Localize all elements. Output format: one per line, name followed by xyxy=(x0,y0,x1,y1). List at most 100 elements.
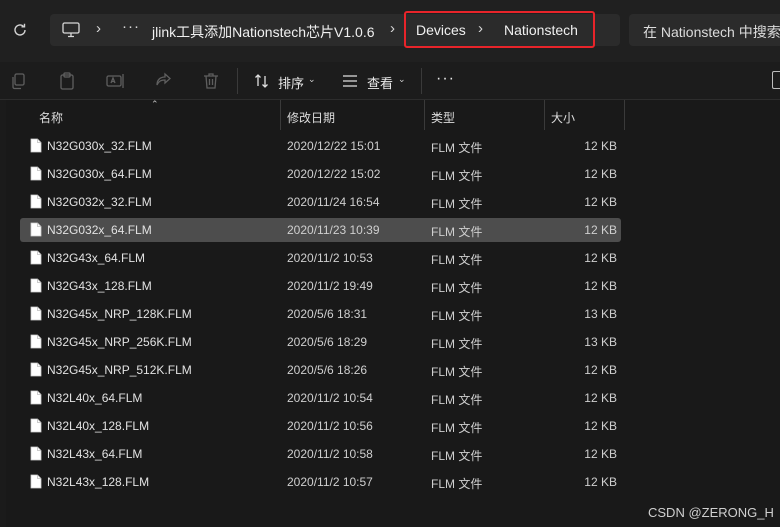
annotation-highlight-box xyxy=(404,11,595,48)
watermark: CSDN @ZERONG_H xyxy=(648,505,774,520)
chevron-right-icon[interactable]: › xyxy=(96,20,101,37)
file-size: 12 KB xyxy=(584,363,617,377)
share-icon[interactable] xyxy=(153,71,173,91)
file-row[interactable]: N32G45x_NRP_256K.FLM 2020/5/6 18:29 FLM 文件… xyxy=(20,330,621,354)
file-row[interactable]: N32G030x_32.FLM 2020/12/22 15:01 FLM 文件 12 … xyxy=(20,134,621,158)
navigation-pane-edge xyxy=(0,100,6,527)
file-size: 12 KB xyxy=(584,447,617,461)
file-size: 12 KB xyxy=(584,391,617,405)
file-type: FLM 文件 xyxy=(431,309,483,323)
column-divider[interactable] xyxy=(280,100,281,130)
file-icon xyxy=(30,446,42,461)
file-icon xyxy=(30,138,42,153)
file-row[interactable]: N32G032x_32.FLM 2020/11/24 16:54 FLM 文件 12 … xyxy=(20,190,621,214)
file-size: 12 KB xyxy=(584,195,617,209)
file-size: 12 KB xyxy=(584,475,617,489)
list-view-icon xyxy=(343,75,357,87)
file-icon xyxy=(30,250,42,265)
column-header-date[interactable]: 修改日期 xyxy=(287,109,335,126)
file-type: FLM 文件 xyxy=(431,477,483,491)
copy-icon[interactable] xyxy=(9,71,29,91)
file-name: N32L43x_128.FLM xyxy=(47,475,150,489)
file-row[interactable]: N32L40x_128.FLM 2020/11/2 10:56 FLM 文件 12 K… xyxy=(20,414,621,438)
file-name: N32G45x_NRP_128K.FLM xyxy=(47,307,192,321)
file-name: N32L40x_64.FLM xyxy=(47,391,143,405)
column-divider[interactable] xyxy=(624,100,625,130)
file-row[interactable]: N32L43x_64.FLM 2020/11/2 10:58 FLM 文件 12 KB xyxy=(20,442,621,466)
toolbar-divider xyxy=(237,68,238,94)
file-row[interactable]: N32G032x_64.FLM 2020/11/23 10:39 FLM 文件 12 … xyxy=(20,218,621,242)
file-type: FLM 文件 xyxy=(431,197,483,211)
file-name: N32G030x_64.FLM xyxy=(47,167,152,181)
chevron-down-icon: ⌄ xyxy=(308,74,316,84)
file-size: 12 KB xyxy=(584,419,617,433)
breadcrumb-item-parent[interactable]: jlink工具添加Nationstech芯片V1.0.6 xyxy=(152,22,375,42)
column-header-type[interactable]: 类型 xyxy=(431,109,455,126)
file-modified-date: 2020/11/2 10:54 xyxy=(287,391,373,405)
file-type: FLM 文件 xyxy=(431,365,483,379)
file-icon xyxy=(30,194,42,209)
view-button[interactable]: 查看 ⌄ xyxy=(342,71,408,91)
file-modified-date: 2020/11/2 10:56 xyxy=(287,419,373,433)
file-modified-date: 2020/11/23 10:39 xyxy=(287,223,380,237)
file-name: N32G43x_128.FLM xyxy=(47,279,152,293)
file-name: N32G43x_64.FLM xyxy=(47,251,146,265)
file-row[interactable]: N32G030x_64.FLM 2020/12/22 15:02 FLM 文件 12 … xyxy=(20,162,621,186)
column-divider[interactable] xyxy=(424,100,425,130)
file-row[interactable]: N32G45x_NRP_128K.FLM 2020/5/6 18:31 FLM 文件… xyxy=(20,302,621,326)
file-size: 12 KB xyxy=(584,167,617,181)
command-bar: 排序 ⌄ 查看 ⌄ ··· xyxy=(0,62,780,100)
file-row[interactable]: N32G43x_128.FLM 2020/11/2 19:49 FLM 文件 12 K… xyxy=(20,274,621,298)
file-icon xyxy=(30,334,42,349)
sort-ascending-icon: ⌃ xyxy=(151,99,159,109)
file-icon xyxy=(30,222,42,237)
toolbar-divider xyxy=(421,68,422,94)
file-name: N32G45x_NRP_256K.FLM xyxy=(47,335,192,349)
rename-icon[interactable] xyxy=(105,71,125,91)
file-type: FLM 文件 xyxy=(431,421,483,435)
file-modified-date: 2020/5/6 18:31 xyxy=(287,307,368,321)
sort-button[interactable]: 排序 ⌄ xyxy=(254,71,318,91)
breadcrumb-overflow-button[interactable]: ··· xyxy=(122,18,140,35)
file-size: 12 KB xyxy=(584,251,617,265)
file-icon xyxy=(30,166,42,181)
file-modified-date: 2020/11/2 10:53 xyxy=(287,251,373,265)
monitor-icon xyxy=(62,22,80,38)
refresh-icon[interactable] xyxy=(8,18,32,42)
more-options-button[interactable]: ··· xyxy=(436,70,455,88)
file-icon xyxy=(30,362,42,377)
column-header-size[interactable]: 大小 xyxy=(551,109,575,126)
file-size: 13 KB xyxy=(584,307,617,321)
file-modified-date: 2020/11/2 10:57 xyxy=(287,475,373,489)
details-pane-icon[interactable] xyxy=(772,71,780,89)
file-list: ⌃ 名称 修改日期 类型 大小 N32G030x_32.FLM 2020/12/2… xyxy=(20,99,625,527)
file-type: FLM 文件 xyxy=(431,225,483,239)
file-modified-date: 2020/12/22 15:01 xyxy=(287,139,381,153)
address-row: › ··· jlink工具添加Nationstech芯片V1.0.6 › Dev… xyxy=(0,0,780,62)
file-icon xyxy=(30,390,42,405)
file-row[interactable]: N32G45x_NRP_512K.FLM 2020/5/6 18:26 FLM 文件… xyxy=(20,358,621,382)
delete-icon[interactable] xyxy=(201,71,221,91)
column-divider[interactable] xyxy=(544,100,545,130)
column-header-name[interactable]: 名称 xyxy=(39,109,63,126)
file-row[interactable]: N32L40x_64.FLM 2020/11/2 10:54 FLM 文件 12 KB xyxy=(20,386,621,410)
file-row[interactable]: N32G43x_64.FLM 2020/11/2 10:53 FLM 文件 12 KB xyxy=(20,246,621,270)
search-input[interactable]: 在 Nationstech 中搜索 xyxy=(629,14,780,46)
file-size: 12 KB xyxy=(584,223,617,237)
file-type: FLM 文件 xyxy=(431,281,483,295)
chevron-down-icon: ⌄ xyxy=(398,74,406,84)
file-icon xyxy=(30,306,42,321)
file-icon xyxy=(30,418,42,433)
sort-icon xyxy=(255,74,268,88)
file-icon xyxy=(30,474,42,489)
file-modified-date: 2020/5/6 18:29 xyxy=(287,335,368,349)
file-row[interactable]: N32L43x_128.FLM 2020/11/2 10:57 FLM 文件 12 K… xyxy=(20,470,621,494)
file-name: N32L40x_128.FLM xyxy=(47,419,150,433)
chevron-right-icon[interactable]: › xyxy=(390,20,395,37)
file-modified-date: 2020/11/2 19:49 xyxy=(287,279,373,293)
file-type: FLM 文件 xyxy=(431,253,483,267)
file-icon xyxy=(30,278,42,293)
file-type: FLM 文件 xyxy=(431,449,483,463)
paste-icon[interactable] xyxy=(57,71,77,91)
file-size: 12 KB xyxy=(584,139,617,153)
